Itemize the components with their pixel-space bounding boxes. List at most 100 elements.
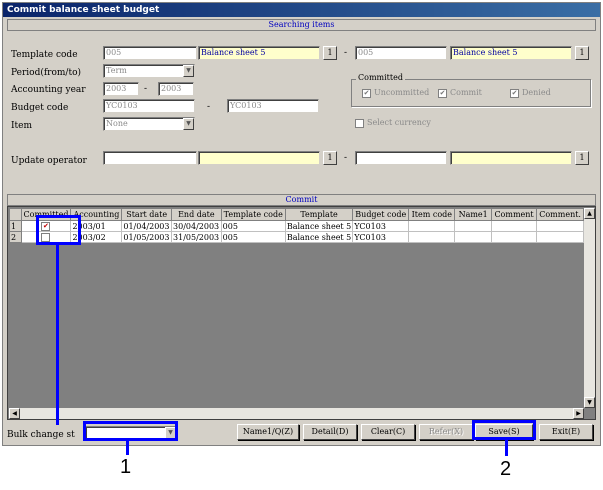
table-row[interactable]: 2 2003/02 01/05/2003 31/05/2003 005 Bala… (9, 231, 584, 243)
callout-line-1 (126, 441, 129, 455)
item-label: Item (11, 121, 33, 131)
refer-button[interactable]: Refer(X) (419, 424, 473, 440)
period-label: Period(from/to) (11, 68, 82, 78)
clear-button[interactable]: Clear(C) (361, 424, 415, 440)
select-currency-label: Select currency (367, 118, 431, 127)
end-date-cell: 31/05/2003 (171, 231, 222, 243)
denied-checkbox[interactable]: ✔ Denied (510, 88, 551, 98)
item-code-cell (408, 231, 456, 243)
start-date-cell: 01/04/2003 (121, 220, 173, 232)
callout-number-1: 1 (120, 456, 132, 478)
year-from-input[interactable]: 2003 (103, 82, 139, 96)
template-to-lookup-button[interactable]: 1 (575, 46, 589, 60)
template-code-cell: 005 (220, 231, 286, 243)
accounting-year-label: Accounting year (11, 85, 86, 95)
range-dash: - (344, 153, 348, 163)
col-comment-2[interactable]: Comment. (536, 208, 584, 221)
horizontal-scrollbar[interactable]: ◀ ▶ (9, 408, 584, 419)
item-value: None (106, 119, 128, 128)
arrow-up-icon[interactable]: ▲ (584, 208, 595, 219)
commit-label: Commit (450, 88, 482, 97)
budget-code-label: Budget code (11, 103, 69, 113)
operator-to-lookup-button[interactable]: 1 (575, 151, 589, 165)
comment-2-cell (536, 220, 584, 232)
col-end-date[interactable]: End date (171, 208, 222, 221)
check-icon: ✔ (510, 88, 519, 98)
chevron-down-icon: ▼ (183, 118, 194, 130)
template-from-lookup-button[interactable]: 1 (323, 46, 337, 60)
select-currency-checkbox[interactable]: Select currency (355, 118, 431, 128)
period-select[interactable]: Term ▼ (103, 64, 195, 78)
arrow-right-icon[interactable]: ▶ (573, 408, 584, 419)
uncommitted-checkbox[interactable]: ✔ Uncommitted (362, 88, 429, 98)
table-header-row: Committed Accounting Start date End date… (9, 208, 584, 221)
bulk-change-highlight-box (83, 421, 178, 441)
update-operator-to-name (450, 151, 572, 165)
committed-group-title: Committed (356, 73, 405, 82)
budget-code-from-input[interactable]: YC0103 (103, 99, 195, 113)
operator-from-lookup-button[interactable]: 1 (323, 151, 337, 165)
denied-label: Denied (522, 88, 551, 97)
arrow-down-icon[interactable]: ▼ (584, 397, 595, 408)
check-icon: ✔ (362, 88, 371, 98)
col-item-code[interactable]: Item code (408, 208, 456, 221)
template-name-to-field: Balance sheet 5 (450, 46, 572, 60)
item-select[interactable]: None ▼ (103, 117, 195, 131)
row-number: 2 (9, 231, 22, 243)
commit-table: Committed Accounting Start date End date… (9, 208, 584, 243)
end-date-cell: 30/04/2003 (171, 220, 222, 232)
year-to-input[interactable]: 2003 (158, 82, 194, 96)
commit-checkbox[interactable]: ✔ Commit (438, 88, 482, 98)
template-code-from-input[interactable]: 005 (103, 46, 197, 60)
update-operator-from-name (198, 151, 320, 165)
table-row[interactable]: 1 2003/01 01/04/2003 30/04/2003 005 Bala… (9, 220, 584, 232)
template-cell: Balance sheet 5 (284, 231, 354, 243)
callout-line-2 (505, 440, 508, 456)
callout-line-1-vertical (56, 245, 59, 425)
col-budget-code[interactable]: Budget code (352, 208, 410, 221)
callout-number-2: 2 (500, 458, 512, 480)
check-icon: ✔ (438, 88, 447, 98)
commit-grid[interactable]: Committed Accounting Start date End date… (7, 206, 596, 420)
row-number: 1 (9, 220, 22, 232)
committed-highlight-box (36, 215, 81, 245)
update-operator-label: Update operator (11, 156, 87, 166)
committed-groupbox: Committed ✔ Uncommitted ✔ Commit ✔ Denied (351, 73, 591, 107)
vertical-scrollbar[interactable]: ▲ ▼ (584, 208, 595, 408)
detail-button[interactable]: Detail(D) (303, 424, 357, 440)
searching-items-header: Searching items (7, 19, 596, 31)
period-value: Term (106, 66, 127, 75)
bulk-change-label: Bulk change st (7, 430, 75, 440)
template-code-to-input[interactable]: 005 (355, 46, 447, 60)
comment-cell (490, 231, 538, 243)
budget-code-cell: YC0103 (352, 220, 410, 232)
commit-budget-window: Commit balance sheet budget Searching it… (2, 2, 601, 446)
chevron-down-icon: ▼ (183, 65, 194, 77)
budget-code-to-input[interactable]: YC0103 (227, 99, 319, 113)
col-template[interactable]: Template (284, 208, 354, 221)
start-date-cell: 01/05/2003 (121, 231, 173, 243)
name1-cell (454, 220, 492, 232)
template-code-cell: 005 (220, 220, 286, 232)
name1-q-button[interactable]: Name1/Q(Z) (237, 424, 299, 440)
update-operator-from-input[interactable] (103, 151, 197, 165)
uncommitted-label: Uncommitted (374, 88, 430, 97)
col-comment[interactable]: Comment (490, 208, 538, 221)
item-code-cell (408, 220, 456, 232)
comment-cell (490, 220, 538, 232)
col-name1[interactable]: Name1 (454, 208, 492, 221)
col-start-date[interactable]: Start date (121, 208, 173, 221)
col-rownum[interactable] (9, 208, 22, 221)
exit-button[interactable]: Exit(E) (539, 424, 593, 440)
grid-body: Committed Accounting Start date End date… (9, 208, 584, 408)
template-name-from-field: Balance sheet 5 (198, 46, 320, 60)
budget-code-cell: YC0103 (352, 231, 410, 243)
col-template-code[interactable]: Template code (220, 208, 286, 221)
arrow-left-icon[interactable]: ◀ (9, 408, 20, 419)
checkbox-icon (355, 118, 364, 128)
window-title: Commit balance sheet budget (3, 3, 600, 17)
template-code-label: Template code (11, 50, 78, 60)
range-dash: - (344, 48, 348, 58)
update-operator-to-input[interactable] (355, 151, 447, 165)
range-dash: - (144, 84, 148, 94)
